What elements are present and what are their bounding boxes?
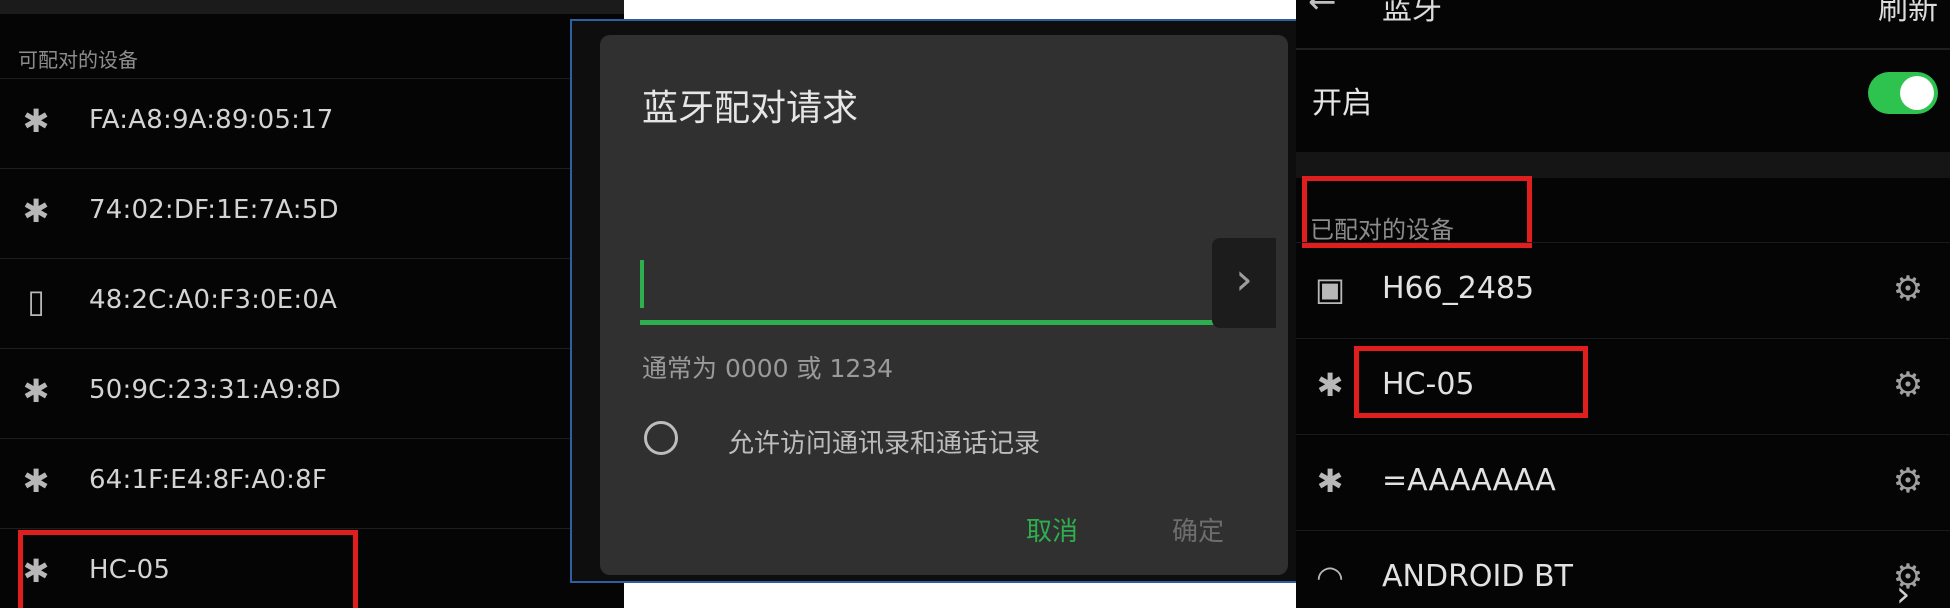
bluetooth-toggle-label: 开启 — [1312, 86, 1372, 121]
highlight-box — [1354, 346, 1588, 418]
device-row[interactable]: ✱ 50:9C:23:31:A9:8D — [0, 348, 624, 439]
paired-device-row[interactable]: ▣ H66_2485 ⚙ — [1296, 242, 1950, 339]
paired-device-row[interactable]: ✱ =AAAAAAA ⚙ — [1296, 434, 1950, 531]
page-title: 蓝牙 — [1382, 0, 1442, 27]
bluetooth-settings-panel: ← 蓝牙 刷新 开启 已配对的设备 ▣ H66_2485 ⚙ ✱ HC-05 ⚙… — [1296, 0, 1950, 608]
bluetooth-icon: ✱ — [1316, 366, 1344, 404]
dialog-title: 蓝牙配对请求 — [642, 88, 859, 129]
bluetooth-icon: ✱ — [22, 102, 50, 140]
chevron-right-icon: › — [1896, 574, 1911, 608]
gear-icon[interactable]: ⚙ — [1888, 269, 1928, 309]
device-row[interactable]: ▯ 48:2C:A0:F3:0E:0A — [0, 258, 624, 349]
toggle-knob — [1900, 76, 1934, 110]
top-bar — [0, 0, 624, 14]
image-icon: ▣ — [1314, 270, 1346, 308]
device-label: 50:9C:23:31:A9:8D — [89, 375, 342, 405]
device-label: 64:1F:E4:8F:A0:8F — [89, 465, 328, 495]
bluetooth-pairing-dialog: 蓝牙配对请求 通常为 0000 或 1234 允许访问通讯录和通话记录 取消 确… — [600, 35, 1288, 575]
allow-contacts-label: 允许访问通讯录和通话记录 — [728, 429, 1041, 459]
divider — [1296, 48, 1950, 50]
headphones-icon: ◠ — [1316, 558, 1344, 596]
paired-device-row[interactable]: ◠ ANDROID BT ⚙ — [1296, 530, 1950, 608]
pairing-dialog-screenshot: 蓝牙配对请求 通常为 0000 或 1234 允许访问通讯录和通话记录 取消 确… — [570, 0, 1312, 608]
bluetooth-icon: ✱ — [22, 372, 50, 410]
refresh-button[interactable]: 刷新 — [1878, 0, 1938, 28]
device-row[interactable]: ✱ 64:1F:E4:8F:A0:8F — [0, 438, 624, 529]
highlight-box — [1302, 176, 1532, 248]
available-devices-header: 可配对的设备 — [18, 48, 138, 72]
cancel-button[interactable]: 取消 — [1026, 511, 1078, 548]
pin-input[interactable] — [640, 320, 1240, 325]
bluetooth-toggle[interactable] — [1868, 72, 1938, 114]
text-cursor — [640, 260, 644, 308]
chevron-right-icon[interactable]: › — [1212, 238, 1276, 328]
bluetooth-icon: ✱ — [22, 462, 50, 500]
highlight-box — [18, 530, 358, 608]
bluetooth-icon: ✱ — [1316, 462, 1344, 500]
section-separator — [1296, 152, 1950, 178]
device-row[interactable]: ✱ 74:02:DF:1E:7A:5D — [0, 168, 624, 259]
pin-hint: 通常为 0000 或 1234 — [642, 354, 894, 383]
device-label: FA:A8:9A:89:05:17 — [89, 105, 334, 135]
gear-icon[interactable]: ⚙ — [1888, 461, 1928, 501]
device-label: H66_2485 — [1382, 271, 1535, 306]
gear-icon[interactable]: ⚙ — [1888, 365, 1928, 405]
back-arrow-icon[interactable]: ← — [1308, 0, 1337, 22]
device-label: 74:02:DF:1E:7A:5D — [89, 195, 339, 225]
device-label: ANDROID BT — [1382, 559, 1573, 594]
available-devices-panel: 可配对的设备 ✱ FA:A8:9A:89:05:17 ✱ 74:02:DF:1E… — [0, 0, 624, 608]
allow-contacts-checkbox[interactable] — [644, 421, 678, 455]
device-row[interactable]: ✱ FA:A8:9A:89:05:17 — [0, 78, 624, 169]
phone-icon: ▯ — [27, 282, 45, 320]
bluetooth-icon: ✱ — [22, 192, 50, 230]
device-label: =AAAAAAA — [1382, 463, 1556, 498]
device-label: 48:2C:A0:F3:0E:0A — [89, 285, 338, 315]
confirm-button[interactable]: 确定 — [1172, 511, 1224, 548]
